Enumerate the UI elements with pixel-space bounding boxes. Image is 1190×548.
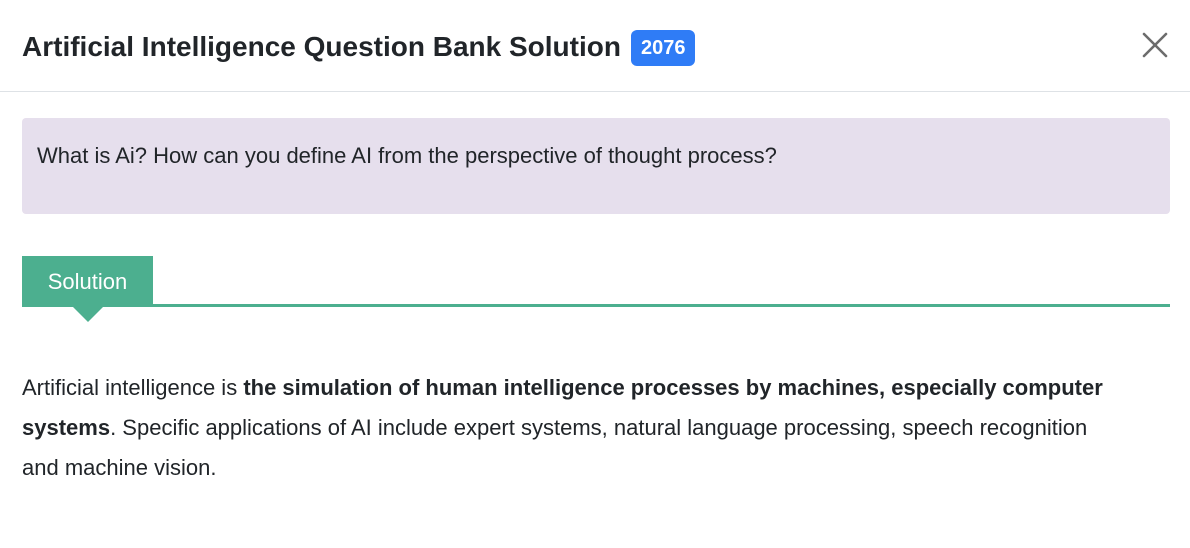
close-button[interactable] [1140, 30, 1170, 60]
solution-divider [22, 304, 1170, 307]
modal-title: Artificial Intelligence Question Bank So… [22, 28, 696, 66]
modal-title-text: Artificial Intelligence Question Bank So… [22, 31, 621, 62]
solution-modal: Artificial Intelligence Question Bank So… [0, 0, 1190, 548]
solution-header: Solution [22, 256, 1170, 326]
solution-tab: Solution [22, 256, 153, 307]
question-text: What is Ai? How can you define AI from t… [37, 143, 777, 168]
answer-rest: . Specific applications of AI include ex… [22, 415, 1088, 480]
modal-header: Artificial Intelligence Question Bank So… [0, 0, 1190, 92]
year-badge: 2076 [630, 30, 696, 66]
solution-caret-icon [73, 307, 103, 322]
answer-intro: Artificial intelligence is [22, 375, 244, 400]
question-box: What is Ai? How can you define AI from t… [22, 118, 1170, 214]
answer-text: Artificial intelligence is the simulatio… [22, 368, 1122, 488]
close-icon [1142, 32, 1168, 58]
